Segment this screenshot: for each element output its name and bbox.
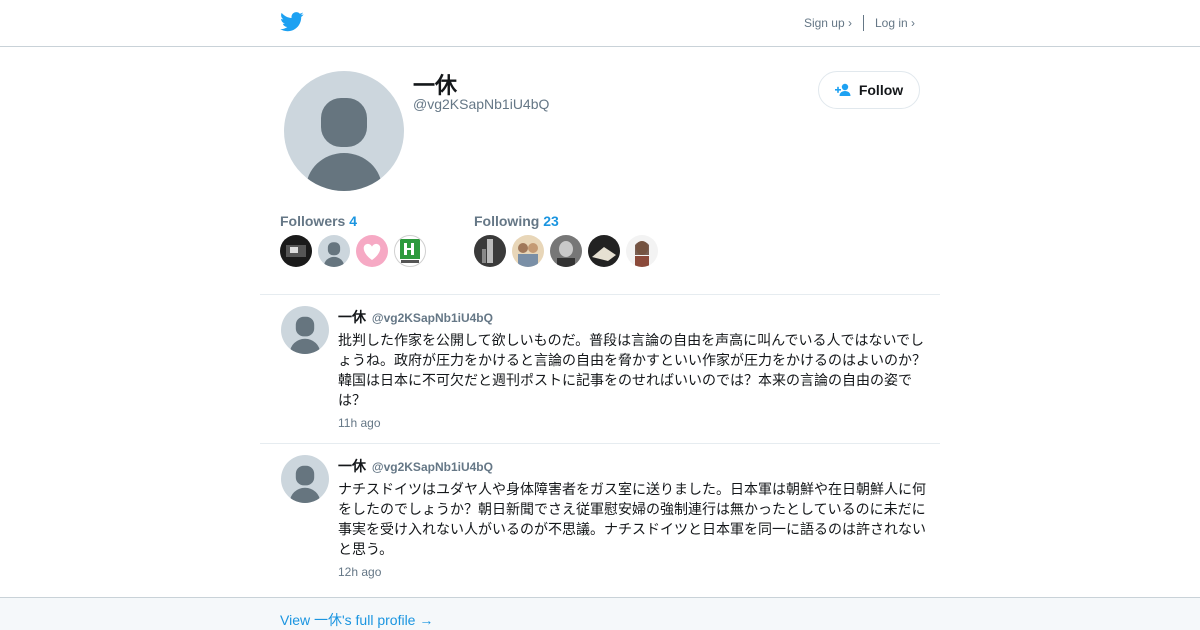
tweet-text-line: は？ xyxy=(338,392,366,408)
follower-avatar[interactable] xyxy=(356,235,388,267)
followers-stat[interactable]: Followers 4 xyxy=(280,213,357,229)
following-count: 23 xyxy=(543,213,559,229)
tweet-item[interactable]: 一休 @vg2KSapNb1iU4bQ 批判した作家を公開して欲しいものだ。普段… xyxy=(260,295,940,443)
tweet-timestamp[interactable]: 12h ago xyxy=(338,565,381,579)
tweet-header: 一休 @vg2KSapNb1iU4bQ xyxy=(338,307,493,327)
followers-label: Followers xyxy=(280,213,346,229)
photo-thumbnail-icon xyxy=(286,245,306,257)
tweet-text-line: ょうね。政府が圧力をかけると言論の自由を脅かすといい作家が圧力をかけるのはよいの… xyxy=(338,352,926,368)
profile-avatar[interactable] xyxy=(284,71,404,191)
photo-thumbnail-icon xyxy=(518,243,538,267)
follower-avatar[interactable] xyxy=(318,235,350,267)
portrait-photo-icon xyxy=(635,241,649,267)
tweet-text-line: をしたのでしょうか？朝日新聞でさえ従軍慰安婦の強制連行は無かったとしているのに未… xyxy=(338,501,926,517)
heart-icon xyxy=(363,243,381,260)
follow-label: Follow xyxy=(858,82,904,98)
tweet-avatar[interactable] xyxy=(281,306,329,354)
following-avatar[interactable] xyxy=(474,235,506,267)
follower-avatar[interactable] xyxy=(394,235,426,267)
tweet-timestamp[interactable]: 11h ago xyxy=(338,416,381,430)
divider xyxy=(862,15,864,31)
following-avatar[interactable] xyxy=(588,235,620,267)
twitter-bird-icon[interactable] xyxy=(280,11,304,33)
following-avatar[interactable] xyxy=(626,235,658,267)
following-label: Following xyxy=(474,213,540,229)
add-person-icon xyxy=(834,83,851,96)
tweet-text-line: 批判した作家を公開して欲しいものだ。普段は言論の自由を声高に叫んでいる人ではない… xyxy=(338,332,925,348)
follow-button[interactable]: Follow xyxy=(818,71,920,109)
default-avatar-icon xyxy=(323,242,345,267)
default-avatar-icon xyxy=(306,98,382,191)
tweet-avatar[interactable] xyxy=(281,455,329,503)
full-profile-link[interactable]: View 一休's full profile → xyxy=(280,610,433,630)
following-avatar[interactable] xyxy=(512,235,544,267)
tweet-text-line: ナチスドイツはユダヤ人や身体障害者をガス室に送りました。日本軍は朝鮮や在日朝鮮人… xyxy=(338,481,926,497)
followers-avatars xyxy=(280,235,426,267)
follower-avatar[interactable] xyxy=(280,235,312,267)
following-avatars xyxy=(474,235,658,267)
auth-links: Sign up › Log in › xyxy=(804,15,915,31)
top-bar: Sign up › Log in › xyxy=(0,0,1200,47)
profile-handle: @vg2KSapNb1iU4bQ xyxy=(413,96,550,112)
following-avatar[interactable] xyxy=(550,235,582,267)
portrait-photo-icon xyxy=(557,241,575,267)
footer-bar: View 一休's full profile → xyxy=(0,597,1200,630)
default-avatar-icon xyxy=(289,465,321,503)
login-link[interactable]: Log in › xyxy=(875,16,915,30)
tweet-text-line: と思う。 xyxy=(338,541,394,557)
tweet-text-line: 事実を受け入れない人がいるのが不思議。ナチスドイツと日本軍を同一に語るのは許され… xyxy=(338,521,926,537)
photo-thumbnail-icon xyxy=(482,239,493,263)
following-stat[interactable]: Following 23 xyxy=(474,213,559,229)
signup-link[interactable]: Sign up › xyxy=(804,16,852,30)
tweet-author-name[interactable]: 一休 xyxy=(338,458,366,474)
tweet-item[interactable]: 一休 @vg2KSapNb1iU4bQ ナチスドイツはユダヤ人や身体障害者をガス… xyxy=(260,444,940,594)
photo-thumbnail-icon xyxy=(592,247,616,261)
tweet-text: ナチスドイツはユダヤ人や身体障害者をガス室に送りました。日本軍は朝鮮や在日朝鮮人… xyxy=(338,479,930,559)
tweet-text-line: 韓国は日本に不可欠だと週刊ポストに記事をのせればいいのでは？本来の言論の自由の姿… xyxy=(338,372,912,388)
tweet-text: 批判した作家を公開して欲しいものだ。普段は言論の自由を声高に叫んでいる人ではない… xyxy=(338,330,930,410)
tweet-author-name[interactable]: 一休 xyxy=(338,309,366,325)
tweet-header: 一休 @vg2KSapNb1iU4bQ xyxy=(338,456,493,476)
tweet-author-handle[interactable]: @vg2KSapNb1iU4bQ xyxy=(372,311,493,325)
followers-count: 4 xyxy=(349,213,358,229)
default-avatar-icon xyxy=(289,316,321,354)
badge-logo-icon xyxy=(400,239,420,263)
tweet-author-handle[interactable]: @vg2KSapNb1iU4bQ xyxy=(372,460,493,474)
